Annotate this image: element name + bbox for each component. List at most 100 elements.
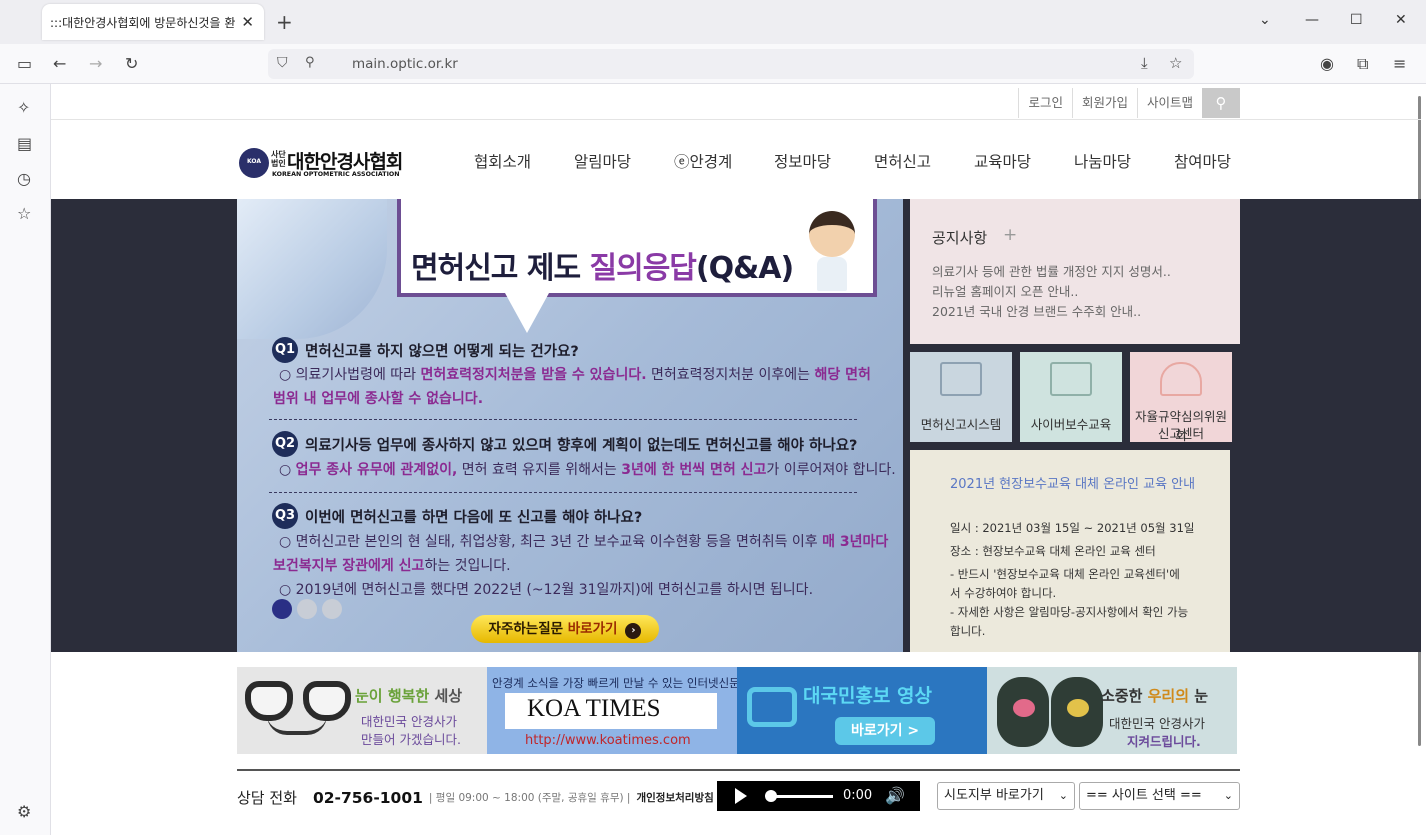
logo-small-text: 사단 법인: [271, 150, 286, 168]
audio-player: 0:00 🔊: [717, 781, 920, 811]
edu-title-link[interactable]: 2021년 현장보수교육 대체 온라인 교육 안내: [950, 476, 1200, 493]
ad4-line1: 대한민국 안경사가: [1109, 716, 1205, 731]
browser-window-icon: [1050, 362, 1092, 396]
tab-title: :::대한안경사협회에 방문하신것을 환: [50, 16, 236, 30]
self-regulation-report-box[interactable]: 자율규약심의위원회 신고센터: [1130, 352, 1232, 443]
slide-dot-3[interactable]: [322, 599, 342, 619]
koa-emblem-icon: KOA: [239, 148, 269, 178]
notice-item[interactable]: 리뉴얼 홈페이지 오픈 안내..: [932, 281, 1078, 300]
address-bar[interactable]: ⛉ ⚲ main.optic.or.kr ⤓ ☆: [268, 49, 1194, 79]
campaign-banner-happy-eyes[interactable]: 눈이 행복한 세상 대한민국 안경사가 만들어 가겠습니다.: [237, 667, 487, 754]
page-fold-graphic: [237, 199, 387, 339]
download-icon[interactable]: ⤓: [1141, 54, 1148, 72]
bookmark-star-icon[interactable]: ☆: [1169, 54, 1182, 72]
volume-icon[interactable]: 🔊: [885, 786, 905, 805]
notice-title[interactable]: 공지사항: [932, 227, 987, 248]
close-window-icon[interactable]: ✕: [1395, 12, 1407, 28]
contact-info: 상담 전화 02-756-1001 | 평일 09:00 ~ 18:00 (주말…: [237, 787, 714, 808]
browser-tab-bar: :::대한안경사협회에 방문하신것을 환 ✕ + ⌄ — ☐ ✕: [0, 0, 1426, 44]
new-tab-icon[interactable]: +: [276, 10, 293, 34]
maximize-icon[interactable]: ☐: [1350, 12, 1363, 28]
back-icon[interactable]: ←: [53, 54, 66, 73]
site-select[interactable]: == 사이트 선택 == ⌄: [1079, 782, 1240, 810]
sitemap-link[interactable]: 사이트맵: [1136, 88, 1202, 118]
notice-item[interactable]: 의료기사 등에 관한 법률 개정안 지지 성명서..: [932, 261, 1171, 280]
sidebar-toggle-icon[interactable]: ▭: [17, 54, 32, 73]
main-banner[interactable]: 면허신고 제도 질의응답(Q&A) Q1 면허신고를 하지 않으면 어떻게 되는…: [237, 199, 903, 652]
promo-video-banner[interactable]: 대국민홍보 영상 바로가기 >: [737, 667, 987, 754]
smile-graphic: [267, 715, 327, 735]
campaign-banner-precious-eyes[interactable]: 소중한 우리의 눈 대한민국 안경사가 지켜드립니다.: [987, 667, 1237, 754]
faq-shortcut-button[interactable]: 자주하는질문 바로가기 ›: [471, 615, 659, 643]
id-card-icon: [940, 362, 982, 396]
tab-list-icon[interactable]: ⌄: [1259, 12, 1271, 28]
site-select-value: == 사이트 선택 ==: [1086, 788, 1202, 803]
audio-seek-handle[interactable]: [765, 790, 777, 802]
play-icon[interactable]: [735, 788, 747, 804]
shield-icon[interactable]: ⛉: [277, 55, 288, 71]
nav-e-optical[interactable]: ⓔ안경계: [674, 150, 774, 172]
cyber-education-box[interactable]: 사이버보수교육: [1020, 352, 1122, 442]
site-logo[interactable]: KOA 사단 법인 대한안경사협회 KOREAN OPTOMETRIC ASSO…: [239, 146, 403, 180]
q1-answer-line1: ○ 의료기사법령에 따라 면허효력정지처분을 받을 수 있습니다. 면허효력정지…: [279, 367, 871, 383]
permissions-icon[interactable]: ⚲: [305, 55, 315, 70]
join-link[interactable]: 회원가입: [1071, 88, 1137, 118]
q1-badge: Q1: [272, 337, 298, 363]
browser-tab[interactable]: :::대한안경사협회에 방문하신것을 환 ✕: [42, 4, 264, 40]
extensions-icon[interactable]: ⧉: [1357, 54, 1368, 74]
bookmarks-icon[interactable]: ☆: [17, 204, 31, 223]
ad2-name: KOA TIMES: [527, 695, 661, 722]
audio-seek-bar[interactable]: [769, 795, 833, 798]
ad4-headline: 소중한 우리의 눈: [1101, 687, 1209, 705]
koa-times-banner[interactable]: 안경계 소식을 가장 빠르게 만날 수 있는 인터넷신문 KOA TIMES h…: [487, 667, 737, 754]
settings-gear-icon[interactable]: ⚙: [17, 802, 31, 821]
login-link[interactable]: 로그인: [1018, 88, 1072, 118]
nav-about[interactable]: 협회소개: [474, 150, 574, 172]
quick-label: 사이버보수교육: [1030, 417, 1112, 432]
ad2-url: http://www.koatimes.com: [525, 733, 691, 748]
logo-mark-text: KOA: [247, 158, 261, 165]
q3-question: 이번에 면허신고를 하면 다음에 또 신고를 해야 하나요?: [305, 510, 643, 526]
quick-label: 면허신고시스템: [920, 417, 1002, 432]
notice-item[interactable]: 2021년 국내 안경 브랜드 수주회 안내..: [932, 301, 1141, 320]
divider: [237, 769, 1240, 771]
chevron-down-icon: ⌄: [1223, 789, 1233, 802]
contact-phone: 02-756-1001: [312, 788, 423, 807]
logo-subtitle: KOREAN OPTOMETRIC ASSOCIATION: [272, 171, 400, 178]
account-icon[interactable]: ◉: [1320, 54, 1334, 73]
nav-education[interactable]: 교육마당: [974, 150, 1074, 172]
slide-dot-1[interactable]: [272, 599, 292, 619]
nav-info[interactable]: 정보마당: [774, 150, 874, 172]
contact-hours: | 평일 09:00 ~ 18:00 (주말, 공휴일 휴무) |: [428, 792, 631, 804]
nav-license[interactable]: 면허신고: [874, 150, 974, 172]
menu-icon[interactable]: ≡: [1393, 54, 1406, 73]
q3-answer-line3: ○ 2019년에 면허신고를 했다면 2022년 (~12월 31일까지)에 면…: [279, 582, 814, 598]
more-plus-icon[interactable]: +: [1003, 225, 1017, 245]
privacy-policy-link[interactable]: 개인정보처리방침: [636, 790, 713, 805]
q3-badge: Q3: [272, 503, 298, 529]
browser-toolbar: ▭ ← → ↻ ⛉ ⚲ main.optic.or.kr ⤓ ☆ ◉ ⧉ ≡: [0, 44, 1426, 84]
license-system-box[interactable]: 면허신고시스템: [910, 352, 1012, 442]
slide-dot-2[interactable]: [297, 599, 317, 619]
speech-tail-graphic: [505, 293, 549, 333]
nav-participation[interactable]: 참여마당: [1174, 150, 1274, 172]
banner-title: 면허신고 제도 질의응답(Q&A): [411, 251, 794, 286]
synced-tabs-icon[interactable]: ▤: [17, 134, 32, 153]
branch-select[interactable]: 시도지부 바로가기 ⌄: [937, 782, 1075, 810]
tv-icon: [747, 687, 797, 727]
browser-sidebar: ✧ ▤ ◷ ☆ ⚙: [0, 84, 51, 835]
forward-icon[interactable]: →: [89, 54, 102, 73]
ad3-shortcut-button[interactable]: 바로가기 >: [835, 717, 935, 745]
minimize-icon[interactable]: —: [1305, 12, 1319, 28]
nav-notice[interactable]: 알림마당: [574, 150, 674, 172]
close-tab-icon[interactable]: ✕: [241, 13, 254, 31]
reload-icon[interactable]: ↻: [125, 54, 138, 73]
nav-sharing[interactable]: 나눔마당: [1074, 150, 1174, 172]
ai-chat-icon[interactable]: ✧: [17, 98, 30, 117]
search-icon[interactable]: ⚲: [1202, 88, 1240, 118]
ad4-line2: 지켜드립니다.: [1127, 734, 1201, 749]
ad3-title: 대국민홍보 영상: [803, 685, 932, 707]
url-text[interactable]: main.optic.or.kr: [352, 56, 458, 72]
history-icon[interactable]: ◷: [17, 169, 31, 188]
quick-label: 신고센터: [1157, 426, 1204, 441]
